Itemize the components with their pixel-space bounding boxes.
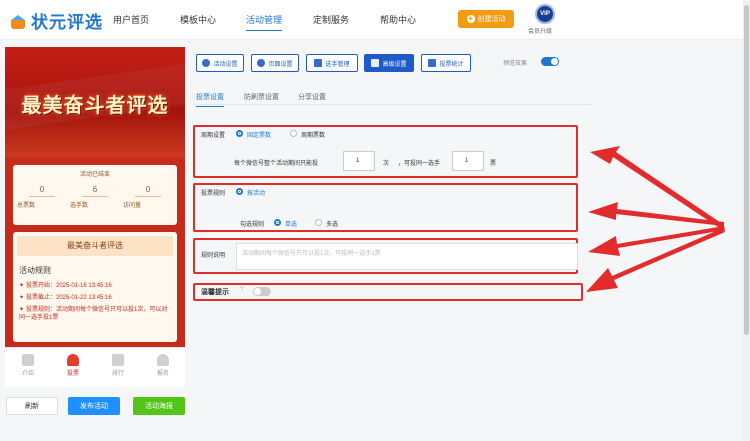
activity-poster-button[interactable]: 活动海报 <box>133 397 185 415</box>
radio-single-choice[interactable] <box>274 219 281 226</box>
radio-by-activity[interactable] <box>236 188 243 195</box>
stat-value: 0 <box>135 185 161 197</box>
scrollbar-thumb[interactable] <box>744 5 749 335</box>
limit-text-2: ，可投同一选手 <box>398 161 441 167</box>
radio-multi-choice[interactable] <box>315 219 322 226</box>
fixed-votes-label[interactable]: 固定票数 <box>247 130 271 139</box>
rules-card: 最美奋斗者评选 活动规则 ✦ 投票开始：2025-01-16 13:45:16 ✦… <box>13 232 177 342</box>
tab-page-settings[interactable]: 页面设置 <box>251 54 299 72</box>
plus-icon: + <box>466 14 475 23</box>
logo-text: 状元评选 <box>31 13 103 32</box>
stat-contestants: 6 选手数 <box>70 185 120 209</box>
divider <box>193 104 591 105</box>
limit-unit-2: 票 <box>490 161 497 167</box>
tab-activity-settings[interactable]: 活动设置 <box>196 54 244 72</box>
top-navbar: 状元评选 用户首页 模板中心 活动管理 定制服务 帮助中心 + 创建活动 VIP… <box>0 0 750 40</box>
rule-item: ✦ 投票开始：2025-01-16 13:45:16 <box>19 283 112 289</box>
radio-fixed-votes[interactable] <box>236 130 243 137</box>
help-circle-icon[interactable]: ? <box>240 287 243 293</box>
stat-value: 0 <box>29 185 55 197</box>
banner-title: 最美奋斗者评选 <box>21 95 169 117</box>
cycle-settings-label: 周期设置 <box>201 133 226 139</box>
stat-label: 访问量 <box>123 203 142 209</box>
same-contestant-votes-input[interactable]: 1 <box>452 151 484 171</box>
warm-tip-toggle[interactable] <box>253 287 271 296</box>
by-activity-label[interactable]: 按活动 <box>247 188 265 197</box>
preview-effect-label: 预览效果 <box>503 61 528 67</box>
rules-heading: 活动规则 <box>19 266 51 275</box>
tab-intro[interactable]: 介绍 <box>13 354 43 377</box>
home-icon <box>67 354 79 366</box>
subtab-share-settings[interactable]: 分享设置 <box>298 92 326 102</box>
tab-signup[interactable]: 报名 <box>148 354 178 377</box>
tab-vote[interactable]: 投票 <box>58 354 88 377</box>
annotation-arrows <box>586 146 725 292</box>
stat-value: 6 <box>82 185 108 197</box>
page-scrollbar[interactable] <box>743 0 750 441</box>
stats-card: 活动已结束 0 总票数 6 选手数 0 访问量 <box>13 165 177 225</box>
star-icon: ✦ <box>19 283 25 289</box>
phone-preview: 最美奋斗者评选 活动已结束 0 总票数 6 选手数 0 访问量 最美奋斗者评选 … <box>5 47 185 387</box>
highlight-warm-tip <box>193 283 583 301</box>
stat-label: 选手数 <box>70 203 89 209</box>
rule-description-label: 规则说明 <box>201 253 226 259</box>
single-choice-label[interactable]: 单选 <box>285 219 297 228</box>
rules-card-title: 最美奋斗者评选 <box>17 236 173 256</box>
tab-vote-statistics[interactable]: 投票统计 <box>421 54 471 72</box>
phone-body: 活动已结束 0 总票数 6 选手数 0 访问量 最美奋斗者评选 活动规则 ✦ 投票… <box>5 157 185 347</box>
nav-templates[interactable]: 模板中心 <box>180 13 216 26</box>
nav-help-center[interactable]: 帮助中心 <box>380 13 416 26</box>
tab-advanced-settings[interactable]: 高级设置 <box>364 54 414 72</box>
refresh-button[interactable]: 刷新 <box>6 397 58 415</box>
multi-choice-label[interactable]: 多选 <box>326 219 338 228</box>
vote-times-input[interactable]: 1 <box>343 151 375 171</box>
check-rule-label: 勾选规则 <box>240 222 265 228</box>
logo-icon <box>10 12 26 30</box>
vip-badge-icon[interactable]: VIP <box>535 4 555 24</box>
stat-visits: 0 访问量 <box>123 185 173 209</box>
gear-icon <box>202 59 211 67</box>
rule-item: ✦ 投票规则：活动期间每个微信号只可以投1次，可以对同一选手投1票 <box>19 307 168 321</box>
nav-custom-service[interactable]: 定制服务 <box>313 13 349 26</box>
warm-tip-label: 温馨提示 <box>201 289 229 296</box>
create-activity-button[interactable]: + 创建活动 <box>458 10 514 28</box>
create-activity-label: 创建活动 <box>477 16 506 23</box>
phone-tabbar: 介绍 投票 排行 报名 <box>5 347 185 387</box>
stat-total-votes: 0 总票数 <box>17 185 67 209</box>
limit-unit-1: 次 <box>383 161 390 167</box>
star-icon: ✦ <box>19 307 25 313</box>
subtab-vote-settings[interactable]: 投票设置 <box>196 92 224 107</box>
limit-text-1: 每个微信号整个活动期间只能投 <box>234 161 319 167</box>
rule-description-textarea[interactable]: 活动期间每个微信号只可以投1次，可投同一选手1票 <box>236 243 578 270</box>
vote-rule-label: 投票规则 <box>201 191 226 197</box>
logo[interactable]: 状元评选 <box>10 8 103 33</box>
stat-label: 总票数 <box>17 203 36 209</box>
banner-image: 最美奋斗者评选 <box>5 47 185 157</box>
tab-ranking[interactable]: 排行 <box>103 354 133 377</box>
preview-toggle[interactable] <box>541 57 559 66</box>
sliders-icon <box>371 59 380 67</box>
crown-icon <box>112 354 124 366</box>
rule-item: ✦ 投票截止：2025-01-22 13:45:16 <box>19 295 112 301</box>
settings-icon <box>257 59 266 67</box>
tab-contestant-management[interactable]: 选手管理 <box>306 54 358 72</box>
subtab-anti-fraud[interactable]: 防刷票设置 <box>244 92 279 102</box>
bar-chart-icon <box>428 59 437 67</box>
annotation-arrow-3 <box>588 226 725 256</box>
users-icon <box>314 59 323 67</box>
document-icon <box>22 354 34 366</box>
star-icon: ✦ <box>19 295 25 301</box>
radio-cycle-votes[interactable] <box>290 130 297 137</box>
publish-activity-button[interactable]: 发布活动 <box>68 397 120 415</box>
cycle-votes-label[interactable]: 周期票数 <box>301 130 325 139</box>
person-icon <box>157 354 169 366</box>
nav-home[interactable]: 用户首页 <box>113 13 149 26</box>
vip-upgrade-label[interactable]: 会员升级 <box>528 26 552 35</box>
nav-activity-management[interactable]: 活动管理 <box>246 13 283 31</box>
stats-header: 活动已结束 <box>79 172 110 178</box>
